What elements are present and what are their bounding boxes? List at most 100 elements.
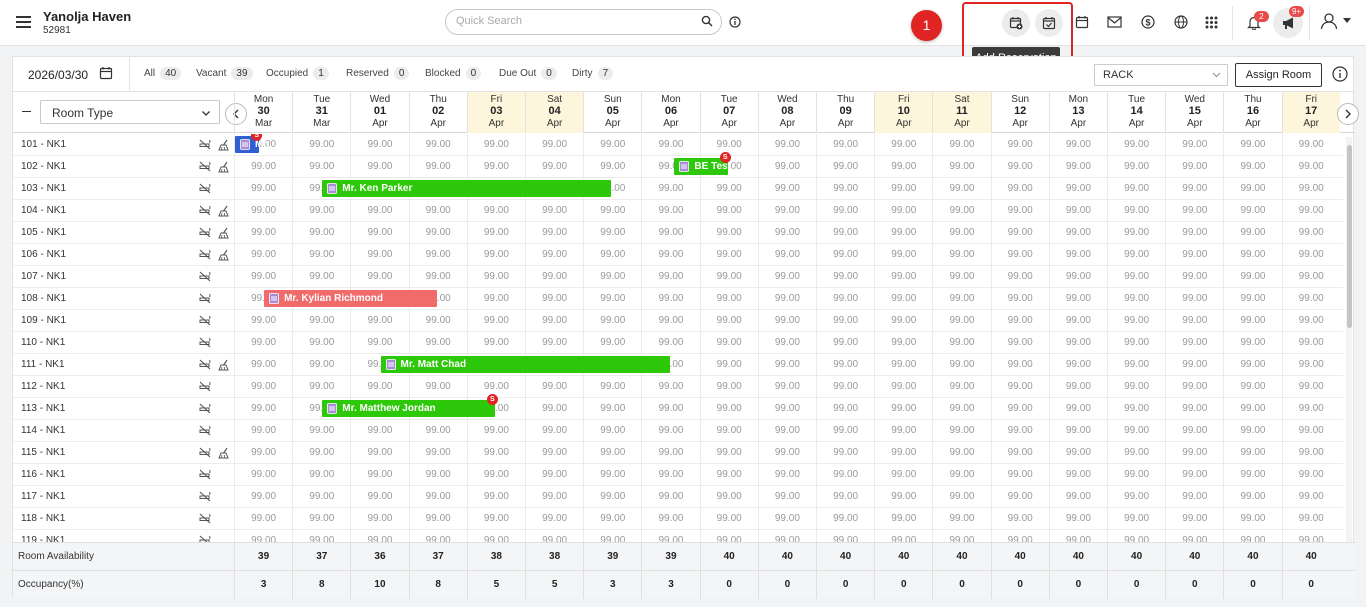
rate-cell[interactable]: 99.00 <box>1165 288 1223 310</box>
room-name[interactable]: 116 - NK1 <box>21 469 65 480</box>
rate-cell[interactable]: 99.00 <box>699 398 758 420</box>
rate-cell[interactable]: 99.00 <box>350 310 408 332</box>
rate-cell[interactable]: 99.00 <box>990 508 1049 530</box>
rate-cell[interactable]: 99.00 <box>234 354 292 376</box>
rate-cell[interactable]: 99.00 <box>525 420 583 442</box>
room-name[interactable]: 101 - NK1 <box>21 139 66 150</box>
rate-cell[interactable]: 99.00 <box>234 508 292 530</box>
rate-cell[interactable]: 99.00 <box>816 464 874 486</box>
rate-cell[interactable]: 99.00 <box>525 288 583 310</box>
rate-cell[interactable]: 99.00 <box>1281 464 1340 486</box>
rate-cell[interactable]: 99.00 <box>874 508 932 530</box>
rate-cell[interactable]: 99.00 <box>583 530 641 542</box>
rate-cell[interactable]: 99.00 <box>408 266 467 288</box>
rate-cell[interactable]: 99.00 <box>990 134 1049 156</box>
rate-cell[interactable]: 99.00 <box>816 486 874 508</box>
rate-cell[interactable]: 99.00 <box>641 244 699 266</box>
rate-cell[interactable]: 99.00 <box>408 244 467 266</box>
room-name[interactable]: 107 - NK1 <box>21 271 66 282</box>
rate-cell[interactable]: 99.00 <box>1107 244 1165 266</box>
room-name[interactable]: 110 - NK1 <box>21 337 65 348</box>
room-name[interactable]: 117 - NK1 <box>21 491 65 502</box>
room-name[interactable]: 114 - NK1 <box>21 425 65 436</box>
rate-cell[interactable]: 99.00 <box>1048 156 1107 178</box>
rate-cell[interactable]: 99.00 <box>990 354 1049 376</box>
rate-cell[interactable]: 99.00 <box>699 420 758 442</box>
rate-cell[interactable]: 99.00 <box>525 222 583 244</box>
rate-cell[interactable]: 99.00 <box>350 508 408 530</box>
rate-cell[interactable]: 99.00 <box>757 376 816 398</box>
rate-cell[interactable]: 99.00 <box>699 464 758 486</box>
rate-cell[interactable]: 99.00 <box>990 310 1049 332</box>
rate-cell[interactable]: 99.00 <box>757 486 816 508</box>
rate-cell[interactable]: 99.00 <box>816 244 874 266</box>
rate-cell[interactable]: 99.00 <box>234 332 292 354</box>
reservation-bar[interactable]: Mr. Ken Parker <box>322 180 612 197</box>
rate-cell[interactable]: 99.00 <box>234 420 292 442</box>
rate-cell[interactable]: 99.00 <box>525 332 583 354</box>
rate-cell[interactable]: 99.00 <box>641 508 699 530</box>
rate-cell[interactable]: 99.00 <box>583 442 641 464</box>
rate-cell[interactable]: 99.00 <box>1281 420 1340 442</box>
rate-cell[interactable]: 99.00 <box>757 332 816 354</box>
rate-cell[interactable]: 99.00 <box>1281 486 1340 508</box>
rate-cell[interactable]: 99.00 <box>292 442 350 464</box>
rate-cell[interactable]: 99.00 <box>1165 530 1223 542</box>
rate-cell[interactable]: 99.00 <box>525 310 583 332</box>
rate-cell[interactable]: 99.00 <box>874 222 932 244</box>
rate-cell[interactable]: 99.00 <box>466 310 525 332</box>
rate-cell[interactable]: 99.00 <box>1223 332 1281 354</box>
rate-cell[interactable]: 99.00 <box>292 354 350 376</box>
rate-cell[interactable]: 99.00 <box>757 354 816 376</box>
rate-cell[interactable]: 99.00 <box>408 134 467 156</box>
rate-cell[interactable]: 99.00 <box>932 288 990 310</box>
rate-cell[interactable]: 99.00 <box>699 266 758 288</box>
rate-cell[interactable]: 99.00 <box>350 134 408 156</box>
rate-cell[interactable]: 99.00 <box>525 266 583 288</box>
rate-cell[interactable]: 99.00 <box>350 530 408 542</box>
rate-cell[interactable]: 99.00 <box>1107 200 1165 222</box>
rate-cell[interactable]: 99.00 <box>1223 134 1281 156</box>
room-name[interactable]: 105 - NK1 <box>21 227 66 238</box>
rate-cell[interactable]: 99.00 <box>292 200 350 222</box>
rate-cell[interactable]: 99.00 <box>816 354 874 376</box>
rate-cell[interactable]: 99.00 <box>1223 508 1281 530</box>
rate-cell[interactable]: 99.00 <box>1281 354 1340 376</box>
rate-cell[interactable]: 99.00 <box>641 332 699 354</box>
rate-cell[interactable]: 99.00 <box>1223 310 1281 332</box>
rate-cell[interactable]: 99.00 <box>641 178 699 200</box>
rate-cell[interactable]: 99.00 <box>1107 464 1165 486</box>
user-avatar-icon[interactable] <box>1320 12 1338 30</box>
rate-cell[interactable]: 99.00 <box>874 244 932 266</box>
room-name[interactable]: 103 - NK1 <box>21 183 66 194</box>
rate-cell[interactable]: 99.00 <box>583 508 641 530</box>
rate-cell[interactable]: 99.00 <box>408 376 467 398</box>
rate-cell[interactable]: 99.00 <box>874 266 932 288</box>
rate-cell[interactable]: 99.00 <box>816 266 874 288</box>
rate-cell[interactable]: 99.00 <box>525 464 583 486</box>
rate-cell[interactable]: 99.00 <box>641 200 699 222</box>
rate-cell[interactable]: 99.00 <box>466 464 525 486</box>
rate-cell[interactable]: 99.00 <box>350 464 408 486</box>
rate-cell[interactable]: 99.00 <box>466 486 525 508</box>
rate-cell[interactable]: 99.00 <box>1281 398 1340 420</box>
rate-cell[interactable]: 99.00 <box>1223 354 1281 376</box>
rate-cell[interactable]: 99.00 <box>292 244 350 266</box>
rate-cell[interactable]: 99.00 <box>1165 464 1223 486</box>
rate-cell[interactable]: 99.00 <box>583 398 641 420</box>
rate-cell[interactable]: 99.00 <box>1107 332 1165 354</box>
rate-cell[interactable]: 99.00 <box>641 486 699 508</box>
rate-cell[interactable]: 99.00 <box>932 508 990 530</box>
room-name[interactable]: 102 - NK1 <box>21 161 66 172</box>
rate-cell[interactable]: 99.00 <box>292 222 350 244</box>
rate-cell[interactable]: 99.00 <box>1223 156 1281 178</box>
reservation-bar[interactable]: Mr. Kylian Richmond <box>264 290 437 307</box>
menu-icon[interactable] <box>16 16 31 28</box>
rate-cell[interactable]: 99.00 <box>1281 376 1340 398</box>
rate-cell[interactable]: 99.00 <box>234 464 292 486</box>
rate-cell[interactable]: 99.00 <box>1048 310 1107 332</box>
rate-cell[interactable]: 99.00 <box>874 156 932 178</box>
reservation-bar[interactable]: Mr. Matthew Jordan S <box>322 394 498 417</box>
rate-cell[interactable]: 99.00 <box>699 508 758 530</box>
rate-cell[interactable]: 99.00 <box>757 178 816 200</box>
